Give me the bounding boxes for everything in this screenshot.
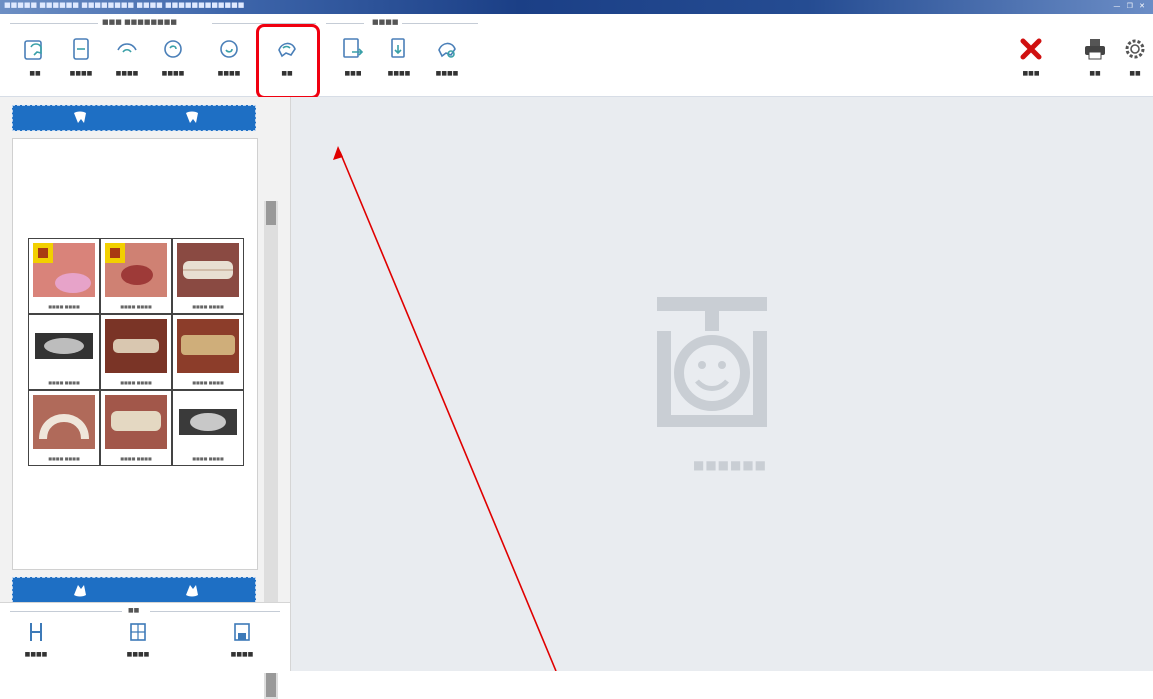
window-controls[interactable]: — ❐ ✕ [1113, 2, 1147, 10]
divider [10, 23, 98, 24]
thumbnail-cell[interactable]: ■■■■ ■■■■ [28, 314, 100, 390]
window-title: ■■■■■ ■■■■■■ ■■■■■■■■ ■■■■ ■■■■■■■■■■■■ [4, 1, 245, 9]
window-titlebar: ■■■■■ ■■■■■■ ■■■■■■■■ ■■■■ ■■■■■■■■■■■■ … [0, 0, 1153, 14]
ribbon-toolbar: ■■■ ■■■■■■■■ ■■■■ ■■ ■■■■ ■■■■ ■■■■ ■■■■… [0, 14, 1153, 97]
upper-tooth-icon [74, 111, 86, 123]
thumbnail-cell[interactable]: ■■■■ ■■■■ [100, 238, 172, 314]
sidebar-footer-toolbar: ■■ ■■■■ ■■■■ ■■■■ [0, 602, 290, 672]
printer-icon [1085, 39, 1105, 60]
intraoral-photo-thumbnail [105, 243, 167, 297]
footer-group-title: ■■ [128, 607, 140, 614]
close-button[interactable]: ■■■ [1012, 36, 1050, 92]
app-logo-watermark [657, 297, 767, 427]
flip-horizontal-icon [117, 43, 137, 53]
rotate-right-icon [164, 40, 182, 58]
save-icon [234, 623, 250, 641]
thumbnail-caption: ■■■■ ■■■■ [120, 304, 152, 309]
ribbon-button-8[interactable]: ■■■■ [380, 36, 418, 92]
ribbon-button-label: ■■ [1089, 70, 1101, 77]
image-viewer-area[interactable] [291, 97, 1153, 671]
thumbnail-caption: ■■■■ ■■■■ [48, 304, 80, 309]
tooth-import-icon [24, 40, 42, 60]
divider [150, 611, 280, 612]
vertical-scrollbar[interactable] [264, 201, 278, 661]
ribbon-button-5[interactable]: ■■■■ [210, 36, 248, 92]
teeth-photo-thumbnail [105, 395, 167, 449]
vertical-scrollbar[interactable] [264, 673, 278, 699]
scrollbar-thumb[interactable] [266, 673, 276, 697]
split-view-icon [130, 623, 146, 641]
thumbnail-cell[interactable]: ■■■■ ■■■■ [172, 238, 244, 314]
ribbon-button-7[interactable]: ■■■ [334, 36, 372, 92]
ribbon-button-label: ■■■ [1022, 70, 1040, 77]
teeth-photo-thumbnail [177, 243, 239, 297]
occlusal-photo-thumbnail [33, 395, 95, 449]
thumbnail-caption: ■■■■ ■■■■ [192, 380, 224, 385]
upper-tooth-icon [186, 111, 198, 123]
ribbon-button-2[interactable]: ■■■■ [62, 36, 100, 92]
xray-thumbnail [177, 395, 239, 449]
intraoral-photo-thumbnail [33, 243, 95, 297]
ribbon-button-label: ■■ [1129, 70, 1141, 77]
thumbnail-cell[interactable]: ■■■■ ■■■■ [28, 390, 100, 466]
import-icon [391, 38, 405, 58]
thumbnail-grid: ■■■■ ■■■■ ■■■■ ■■■■ ■■■■ ■■■■ ■■■■ ■■■■ … [28, 238, 244, 466]
teeth-photo-thumbnail [177, 319, 239, 373]
ribbon-button-4[interactable]: ■■■■ [154, 36, 192, 92]
lower-tooth-icon [74, 585, 86, 597]
footer-button-3[interactable]: ■■■■ [212, 621, 272, 658]
document-icon [343, 38, 364, 58]
ribbon-button-label: ■■■■ [115, 70, 139, 77]
ribbon-button-label: ■■■■ [161, 70, 185, 77]
lower-jaw-nav-bar[interactable] [12, 577, 256, 603]
divider [10, 611, 122, 612]
lower-tooth-icon [186, 585, 198, 597]
close-icon [1020, 38, 1042, 60]
thumbnail-cell[interactable]: ■■■■ ■■■■ [100, 314, 172, 390]
ribbon-button-label: ■■■■ [387, 70, 411, 77]
thumbnail-caption: ■■■■ ■■■■ [192, 456, 224, 461]
ribbon-button-label: ■■■■ [69, 70, 93, 77]
ribbon-group-title-1: ■■■ ■■■■■■■■ [102, 18, 177, 26]
ribbon-button-3[interactable]: ■■■■ [108, 36, 146, 92]
footer-button-label: ■■■■ [230, 651, 254, 658]
ribbon-button-9[interactable]: ■■■■ [428, 36, 466, 92]
print-button[interactable]: ■■ [1076, 36, 1114, 92]
divider [326, 23, 364, 24]
scrollbar-thumb[interactable] [266, 201, 276, 225]
ribbon-group-title-2: ■■■■ [372, 18, 399, 26]
xray-thumbnail [33, 319, 95, 373]
ribbon-button-1[interactable]: ■■ [16, 36, 54, 92]
ribbon-button-label: ■■■ [344, 70, 362, 77]
thumbnail-cell[interactable]: ■■■■ ■■■■ [172, 314, 244, 390]
flip-vertical-icon [73, 38, 89, 60]
footer-button-1[interactable]: ■■■■ [6, 621, 66, 658]
upper-jaw-nav-bar[interactable] [12, 105, 256, 131]
logo-caption: ■■■■■■ [692, 458, 768, 472]
tooth-settings-icon [438, 42, 456, 58]
thumbnail-caption: ■■■■ ■■■■ [48, 380, 80, 385]
thumbnail-caption: ■■■■ ■■■■ [192, 304, 224, 309]
ribbon-button-label: ■■■■ [435, 70, 459, 77]
footer-button-label: ■■■■ [126, 651, 150, 658]
rotate-left-icon [220, 40, 238, 58]
thumbnail-caption: ■■■■ ■■■■ [120, 380, 152, 385]
thumbnail-cell[interactable]: ■■■■ ■■■■ [100, 390, 172, 466]
thumbnail-caption: ■■■■ ■■■■ [48, 456, 80, 461]
thumbnail-cell[interactable]: ■■■■ ■■■■ [172, 390, 244, 466]
ribbon-button-label: ■■ [29, 70, 41, 77]
gear-icon [1125, 39, 1145, 59]
footer-button-2[interactable]: ■■■■ [108, 621, 168, 658]
ribbon-button-label: ■■■■ [217, 70, 241, 77]
footer-button-label: ■■■■ [24, 651, 48, 658]
thumbnail-caption: ■■■■ ■■■■ [120, 456, 152, 461]
thumbnail-cell[interactable]: ■■■■ ■■■■ [28, 238, 100, 314]
teeth-photo-thumbnail [105, 319, 167, 373]
highlight-box [256, 24, 320, 99]
divider [402, 23, 478, 24]
range-icon [30, 623, 42, 641]
settings-button[interactable]: ■■ [1120, 36, 1150, 92]
